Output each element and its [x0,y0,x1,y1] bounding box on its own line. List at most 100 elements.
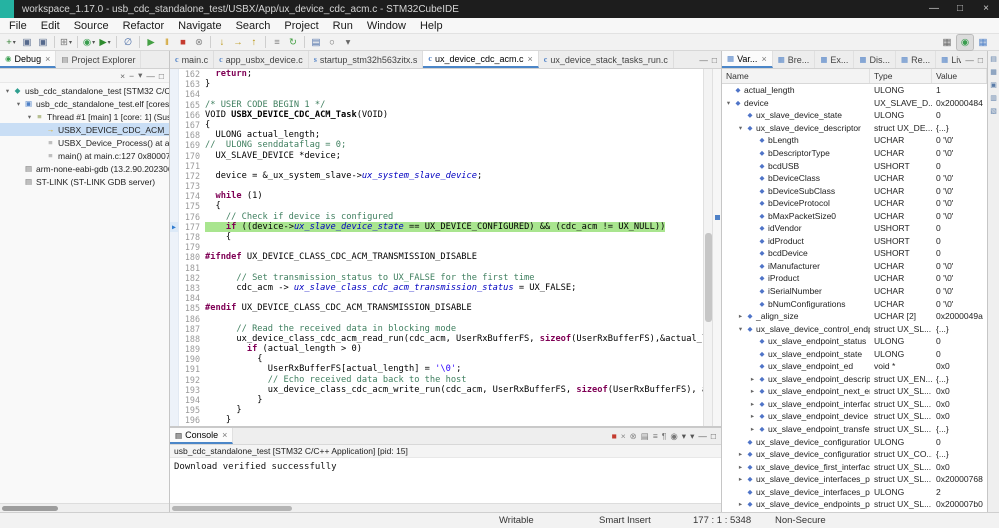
view-tab-project-explorer[interactable]: ▤Project Explorer [56,51,141,68]
variable-row[interactable]: ◆bDescriptorTypeUCHAR0 '\0' [722,147,987,160]
line-number[interactable]: 195 [179,405,205,415]
tab-console[interactable]: ▤ Console × [170,428,233,444]
line-number[interactable]: 166 [179,110,205,120]
variable-value[interactable]: 0 '\0' [932,299,987,309]
variable-value[interactable]: 0x0 [932,462,987,472]
variable-row[interactable]: ◆iProductUCHAR0 '\0' [722,272,987,285]
line-number[interactable]: 192 [179,375,205,385]
variable-row[interactable]: ◆ux_slave_endpoint_statusULONG0 [722,335,987,348]
instruction-pointer-marker[interactable] [170,303,179,313]
variable-row[interactable]: ◆bcdDeviceUSHORT0 [722,247,987,260]
code-line-196[interactable]: 196 } [170,415,703,425]
line-number[interactable]: 191 [179,364,205,374]
variable-value[interactable]: 0 '\0' [932,286,987,296]
expand-arrow-icon[interactable]: ▸ [736,463,745,471]
close-icon[interactable]: × [45,54,50,64]
new-wizard-button[interactable]: +▾ [3,35,19,50]
variable-row[interactable]: ◆ux_slave_endpoint_stateULONG0 [722,347,987,360]
variable-value[interactable]: 0x20000484 [932,98,987,108]
menu-navigate[interactable]: Navigate [171,20,228,32]
minimized-view-icon[interactable]: ▧ [990,107,997,115]
variable-value[interactable]: 0x2000049a [932,311,987,321]
view-menu-button[interactable]: ▾ [138,70,142,81]
line-number[interactable]: 180 [179,252,205,262]
line-number[interactable]: 172 [179,171,205,181]
code-line-193[interactable]: 193 ux_device_class_cdc_acm_write_run(cd… [170,385,703,395]
build-button[interactable]: ⊞▾ [58,35,74,50]
variable-row[interactable]: ◆ux_slave_device_configuration_selectedU… [722,435,987,448]
variable-row[interactable]: ◆bDeviceClassUCHAR0 '\0' [722,172,987,185]
line-number[interactable]: 185 [179,303,205,313]
instruction-pointer-marker[interactable] [170,79,179,89]
code-line-186[interactable]: 186 [170,314,703,324]
variable-row[interactable]: ▸◆ux_slave_endpoint_interfacestruct UX_S… [722,398,987,411]
line-number[interactable]: 181 [179,263,205,273]
instruction-stepping-button[interactable]: ≡ [269,35,285,50]
view-tab-bre[interactable]: ▦Bre... [773,51,816,68]
skip-all-breakpoints-button[interactable]: ∅ [120,35,136,50]
line-number[interactable]: 168 [179,130,205,140]
close-window-button[interactable]: × [973,0,999,18]
minimize-view-button[interactable]: — [146,71,155,81]
code-line-176[interactable]: 176 // Check if device is configured [170,212,703,222]
console-hscrollbar[interactable] [170,503,721,512]
instruction-pointer-marker[interactable] [170,89,179,99]
line-number[interactable]: 163 [179,79,205,89]
code-editor[interactable]: 162 return;163}164165/* USER CODE BEGIN … [170,69,721,426]
variable-value[interactable]: 0 '\0' [932,148,987,158]
expand-arrow-icon[interactable]: ▸ [748,412,757,420]
word-wrap-button[interactable]: ¶ [662,431,667,441]
instruction-pointer-marker[interactable] [170,201,179,211]
minimized-view-icon[interactable]: ▥ [990,94,997,102]
code-line-195[interactable]: 195 } [170,405,703,415]
line-number[interactable]: 169 [179,140,205,150]
expand-arrow-icon[interactable]: ▾ [14,100,23,108]
instruction-pointer-marker[interactable] [170,130,179,140]
clear-console-button[interactable]: ▤ [641,431,649,442]
variable-row[interactable]: ◆bDeviceSubClassUCHAR0 '\0' [722,184,987,197]
open-console-button[interactable]: ▾ [690,431,694,442]
expand-arrow-icon[interactable]: ▾ [25,113,34,121]
expand-arrow-icon[interactable]: ▾ [724,99,733,107]
variable-value[interactable]: 0 [932,223,987,233]
step-into-button[interactable]: ↓ [214,35,230,50]
maximize-view-button[interactable]: □ [711,431,716,441]
debug-tree-item[interactable]: ≡main() at main.c:127 0x80007f2 [0,149,169,162]
code-line-169[interactable]: 169// ULONG senddataflag = 0; [170,140,703,150]
variable-row[interactable]: ◆bDeviceProtocolUCHAR0 '\0' [722,197,987,210]
variable-value[interactable]: 0 [932,110,987,120]
maximize-view-button[interactable]: □ [712,55,717,65]
code-line-191[interactable]: 191 UserRxBufferFS[actual_length] = '\0'… [170,364,703,374]
variable-value[interactable]: 0 '\0' [932,135,987,145]
editor-tab-ux-device-cdc-acm-c[interactable]: cux_device_cdc_acm.c× [423,51,538,68]
view-tab-debug[interactable]: ◉Debug× [0,51,56,68]
scrollbar-thumb[interactable] [172,506,292,511]
instruction-pointer-marker[interactable] [170,191,179,201]
minimized-view-icon[interactable]: ▣ [990,81,997,89]
minimized-view-icon[interactable]: ▤ [990,55,997,63]
variable-row[interactable]: ◆ux_slave_endpoint_edvoid *0x0 [722,360,987,373]
code-line-182[interactable]: 182 // Set transmission_status to UX_FAL… [170,273,703,283]
code-line-185[interactable]: 185#endif UX_DEVICE_CLASS_CDC_ACM_TRANSM… [170,303,703,313]
instruction-pointer-marker[interactable] [170,364,179,374]
line-number[interactable]: 176 [179,212,205,222]
debug-button[interactable]: ◉▾ [81,35,97,50]
line-number[interactable]: 183 [179,283,205,293]
instruction-pointer-marker[interactable] [170,252,179,262]
terminate-console-button[interactable]: ■ [612,431,617,441]
instruction-pointer-marker[interactable] [170,395,179,405]
minimize-view-button[interactable]: — [965,55,974,65]
variable-row[interactable]: ▸◆ux_slave_device_first_interfacestruct … [722,460,987,473]
debug-tree-item[interactable]: ▾≡Thread #1 [main] 1 [core: 1] (Suspende… [0,110,169,123]
variable-value[interactable]: 0 '\0' [932,198,987,208]
variable-value[interactable]: 0 '\0' [932,173,987,183]
debug-view-hscrollbar[interactable] [0,503,169,512]
debug-perspective-button[interactable]: ◉ [957,35,973,50]
code-line-189[interactable]: 189 if (actual_length > 0) [170,344,703,354]
variable-value[interactable]: 0x0 [932,386,987,396]
line-number[interactable]: 165 [179,100,205,110]
variable-row[interactable]: ▸◆ux_slave_device_configurationstruct UX… [722,448,987,461]
line-number[interactable]: 178 [179,232,205,242]
remove-all-launches-button[interactable]: ⊗ [630,431,637,442]
instruction-pointer-marker[interactable] [170,69,179,79]
